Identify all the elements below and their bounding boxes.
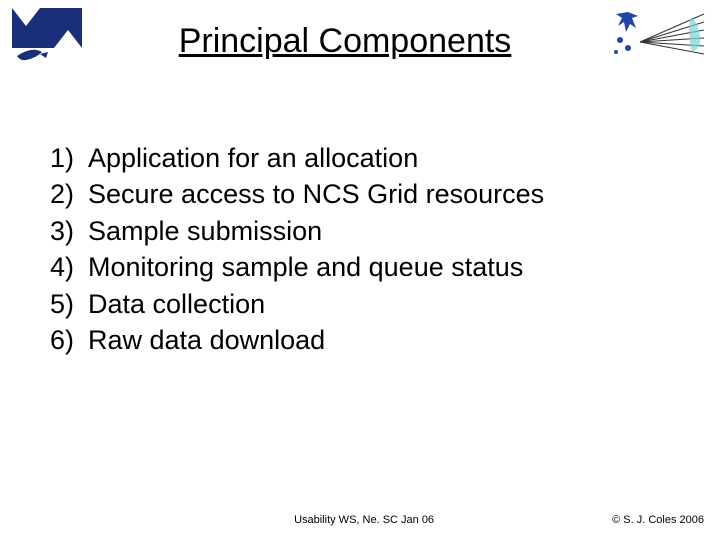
logo-left-icon [12,8,82,70]
list-text: Sample submission [88,213,680,249]
list-item: 6) Raw data download [40,322,680,358]
footer-copyright: © S. J. Coles 2006 [592,514,704,526]
logo-right-icon [608,8,708,60]
slide-content: 1) Application for an allocation 2) Secu… [0,70,720,359]
slide-header: Principal Components [0,0,720,70]
list-marker: 3) [40,213,88,249]
list-marker: 2) [40,176,88,212]
list-item: 3) Sample submission [40,213,680,249]
list-item: 5) Data collection [40,286,680,322]
list-marker: 6) [40,322,88,358]
list-item: 2) Secure access to NCS Grid resources [40,176,680,212]
list-marker: 5) [40,286,88,322]
list-marker: 1) [40,140,88,176]
numbered-list: 1) Application for an allocation 2) Secu… [40,140,680,359]
list-text: Secure access to NCS Grid resources [88,176,680,212]
list-text: Monitoring sample and queue status [88,249,680,285]
slide-title: Principal Components [90,8,600,61]
list-text: Application for an allocation [88,140,680,176]
list-item: 4) Monitoring sample and queue status [40,249,680,285]
list-item: 1) Application for an allocation [40,140,680,176]
footer-venue: Usability WS, Ne. SC Jan 06 [136,514,592,526]
slide-footer: Usability WS, Ne. SC Jan 06 © S. J. Cole… [0,514,720,526]
list-marker: 4) [40,249,88,285]
list-text: Raw data download [88,322,680,358]
list-text: Data collection [88,286,680,322]
